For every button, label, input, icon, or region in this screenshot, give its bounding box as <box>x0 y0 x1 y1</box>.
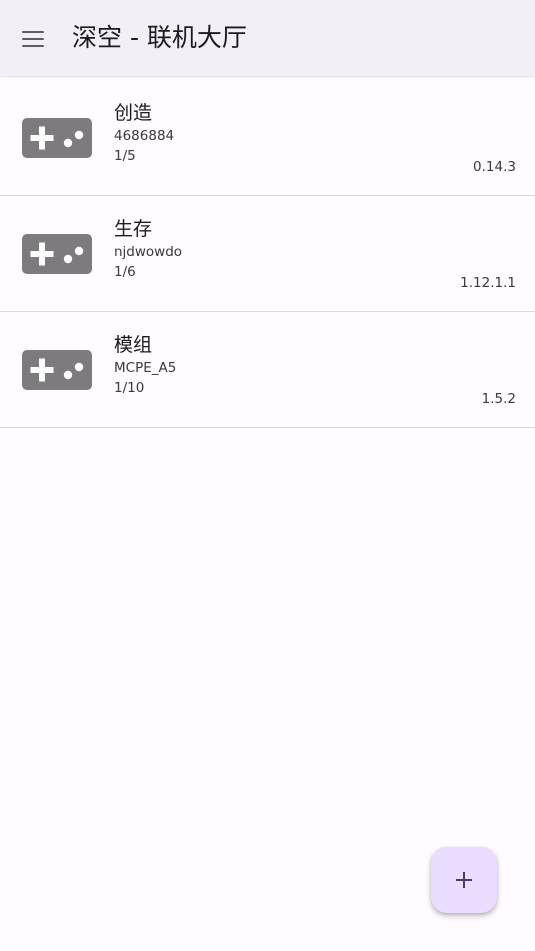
room-version: 1.12.1.1 <box>460 275 516 291</box>
room-player-count: 1/6 <box>114 264 136 280</box>
hamburger-menu-icon <box>22 31 44 33</box>
room-item[interactable]: 创造 4686884 1/5 0.14.3 <box>0 80 535 196</box>
page-title: 深空 - 联机大厅 <box>72 23 247 52</box>
room-player-count: 1/5 <box>114 148 136 164</box>
room-id: MCPE_A5 <box>114 360 177 376</box>
room-version: 1.5.2 <box>481 391 516 407</box>
gamepad-icon <box>22 234 92 274</box>
room-id: 4686884 <box>114 128 175 144</box>
app-root: 深空 - 联机大厅 创造 4686884 1/5 0.14.3 生存 njdwo… <box>0 0 535 951</box>
menu-button[interactable] <box>14 20 52 58</box>
gamepad-icon <box>22 350 92 390</box>
room-id: njdwowdo <box>114 244 183 260</box>
hamburger-menu-icon-bar <box>22 38 44 40</box>
room-name: 创造 <box>114 102 153 124</box>
add-room-button[interactable] <box>431 847 497 913</box>
room-name: 模组 <box>114 334 153 356</box>
plus-icon <box>456 872 472 888</box>
hamburger-menu-icon-bar <box>22 45 44 47</box>
room-list: 创造 4686884 1/5 0.14.3 生存 njdwowdo 1/6 1.… <box>0 80 535 428</box>
room-item[interactable]: 生存 njdwowdo 1/6 1.12.1.1 <box>0 196 535 312</box>
gamepad-icon <box>22 118 92 158</box>
room-version: 0.14.3 <box>473 159 516 175</box>
room-player-count: 1/10 <box>114 380 145 396</box>
room-item[interactable]: 模组 MCPE_A5 1/10 1.5.2 <box>0 312 535 428</box>
top-app-bar: 深空 - 联机大厅 <box>0 0 535 76</box>
room-name: 生存 <box>114 218 153 240</box>
